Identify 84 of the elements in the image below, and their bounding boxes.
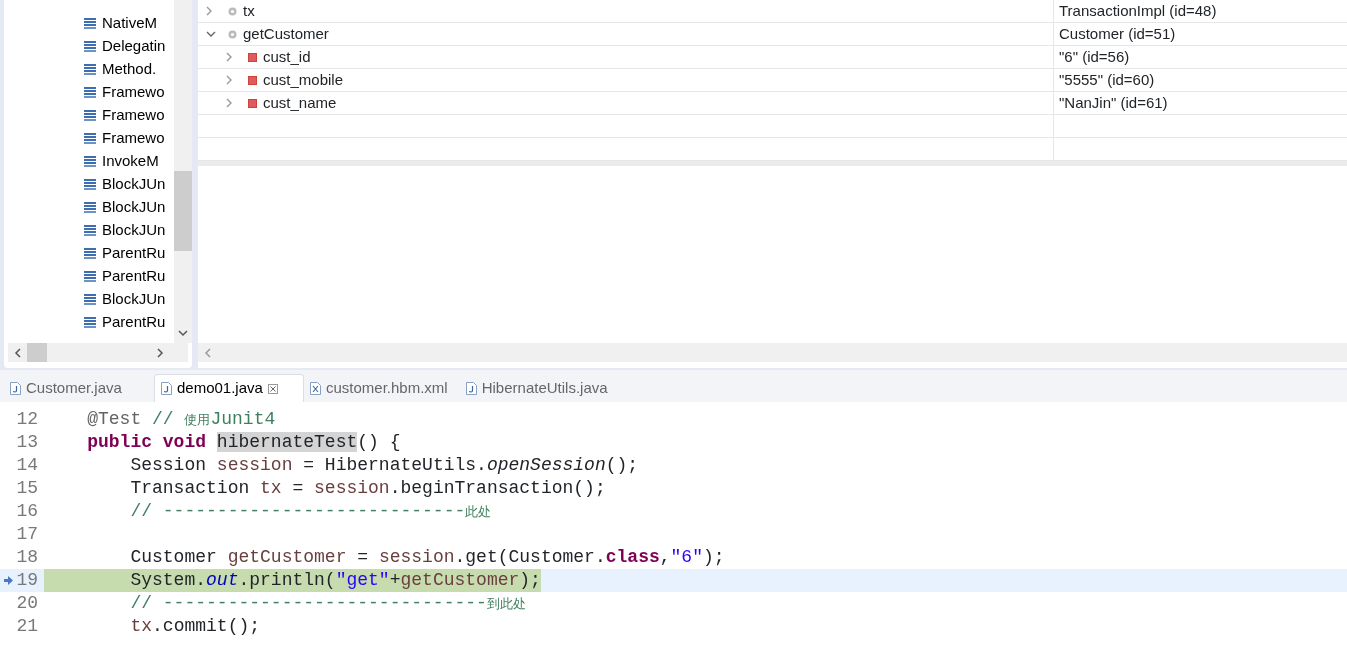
field-icon — [248, 52, 257, 62]
stack-frame-icon — [84, 317, 96, 328]
java-file-icon — [161, 382, 172, 395]
stack-frame-icon — [84, 133, 96, 144]
stack-frame-label[interactable]: BlockJUn — [102, 173, 166, 196]
scroll-thumb[interactable] — [27, 343, 47, 362]
variable-name[interactable]: cust_id — [263, 45, 311, 69]
code-line: // ------------------------------到此处 — [129, 592, 526, 615]
line-number: 17 — [15, 523, 39, 546]
field-icon — [248, 75, 257, 85]
horizontal-scrollbar[interactable] — [8, 343, 188, 362]
line-number: 12 — [15, 408, 39, 431]
chevron-right-icon[interactable] — [226, 52, 233, 62]
instruction-pointer-icon — [4, 576, 13, 585]
stack-frame-label[interactable]: Delegatin — [102, 35, 166, 58]
line-number: 20 — [15, 592, 39, 615]
stack-frame-icon — [84, 41, 96, 52]
line-number: 21 — [15, 615, 39, 638]
stack-frame-icon — [84, 64, 96, 75]
stack-frame-icon — [84, 248, 96, 259]
line-number: 19 — [15, 569, 39, 592]
stack-frame-label[interactable]: Framewo — [102, 127, 165, 150]
stack-frame-icon — [84, 271, 96, 282]
horizontal-scrollbar[interactable] — [198, 343, 1347, 362]
code-line: @Test // 使用Junit4 — [86, 408, 276, 431]
chevron-left-icon[interactable] — [14, 347, 21, 358]
vertical-scrollbar[interactable] — [174, 0, 192, 343]
stack-frame-icon — [84, 156, 96, 167]
stack-frame-label[interactable]: InvokeM — [102, 150, 159, 173]
stack-frame-icon — [84, 110, 96, 121]
variable-name[interactable]: cust_name — [263, 91, 337, 115]
code-line: Transaction tx = session.beginTransaction(); — [129, 477, 606, 500]
local-variable-icon — [228, 6, 237, 16]
line-number: 15 — [15, 477, 39, 500]
line-number: 14 — [15, 454, 39, 477]
stack-frame-label[interactable]: NativeM — [102, 12, 157, 35]
stack-frame-label[interactable]: Framewo — [102, 104, 165, 127]
code-line: Session session = HibernateUtils.openSession(); — [129, 454, 639, 477]
scroll-thumb[interactable] — [174, 171, 192, 251]
stack-frame-label[interactable]: ParentRu — [102, 242, 166, 265]
stack-frame-icon — [84, 202, 96, 213]
stack-frame-icon — [84, 225, 96, 236]
xml-file-icon — [310, 381, 321, 395]
chevron-down-icon[interactable] — [206, 30, 216, 38]
line-number: 13 — [15, 431, 39, 454]
stack-frame-icon — [84, 294, 96, 305]
stack-frame-label[interactable]: Framewo — [102, 81, 165, 104]
variable-value: TransactionImpl (id=48) — [1059, 0, 1217, 21]
variable-name[interactable]: tx — [243, 0, 255, 23]
stack-frame-label[interactable]: BlockJUn — [102, 219, 166, 242]
editor-tab[interactable]: HibernateUtils.java — [459, 374, 620, 402]
variable-value: "NanJin" (id=61) — [1059, 92, 1168, 113]
variable-name[interactable]: cust_mobile — [263, 68, 344, 92]
line-number: 18 — [15, 546, 39, 569]
stack-frame-icon — [84, 87, 96, 98]
java-file-icon — [10, 381, 21, 395]
chevron-right-icon[interactable] — [157, 347, 164, 358]
chevron-right-icon[interactable] — [226, 98, 233, 108]
variable-value: "5555" (id=60) — [1059, 69, 1155, 90]
stack-frame-icon — [84, 179, 96, 190]
stack-frame-label[interactable]: ParentRu — [102, 311, 166, 334]
field-icon — [248, 98, 257, 108]
editor-tab[interactable]: demo01.java — [154, 374, 304, 402]
stack-frame-label[interactable]: ParentRu — [102, 265, 166, 288]
code-line: Customer getCustomer = session.get(Customer.class,"6"); — [129, 546, 725, 569]
chevron-right-icon[interactable] — [206, 6, 213, 16]
java-file-icon — [465, 381, 477, 395]
close-icon[interactable] — [267, 383, 278, 394]
code-line: // ----------------------------此处 — [129, 500, 492, 523]
chevron-right-icon[interactable] — [226, 75, 233, 85]
stack-frame-label[interactable]: BlockJUn — [102, 196, 166, 219]
code-line: tx.commit(); — [129, 615, 261, 638]
variable-value: Customer (id=51) — [1059, 23, 1176, 44]
line-number: 16 — [15, 500, 39, 523]
variable-name[interactable]: getCustomer — [243, 22, 329, 46]
stack-frame-icon — [84, 18, 96, 29]
editor-tab[interactable]: Customer.java — [4, 374, 154, 402]
code-line: public void hibernateTest() { — [86, 431, 401, 454]
chevron-down-icon[interactable] — [178, 330, 188, 337]
local-variable-icon — [228, 29, 237, 39]
editor-tab[interactable]: customer.hbm.xml — [304, 374, 460, 402]
stack-frame-label[interactable]: Method. — [102, 58, 157, 81]
variable-value: "6" (id=56) — [1059, 46, 1130, 67]
stack-frame-label[interactable]: BlockJUn — [102, 288, 166, 311]
